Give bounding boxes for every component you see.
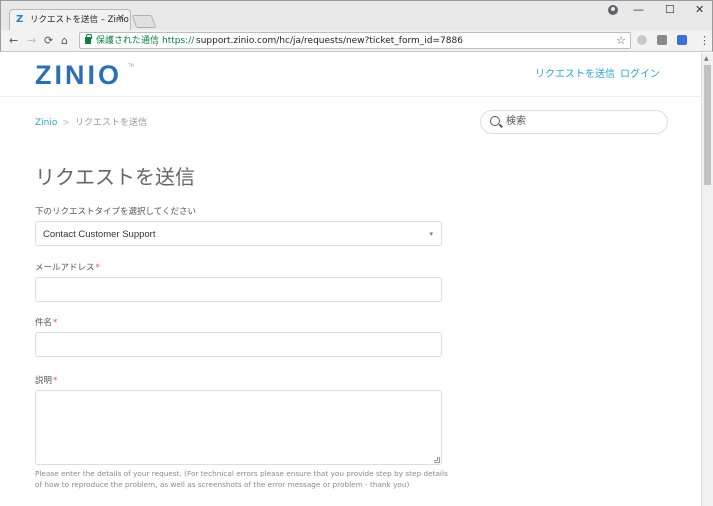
secure-connection-label[interactable]: 保護された通信	[96, 35, 159, 47]
tab-title: リクエストを送信 – Zinio	[30, 15, 129, 25]
email-label: メールアドレス*	[35, 263, 100, 274]
search-icon	[490, 116, 500, 126]
forward-arrow-icon[interactable]: →	[27, 34, 36, 47]
browser-tab[interactable]: Z リクエストを送信 – Zinio ✕	[9, 9, 131, 31]
breadcrumb-current: リクエストを送信	[74, 118, 147, 128]
puzzle-extension-icon[interactable]	[657, 35, 667, 45]
url-text: support.zinio.com/hc/ja/requests/new?tic…	[196, 36, 463, 46]
page-content: ZINIO TM リクエストを送信 ログイン Zinio > リクエストを送信 検索…	[1, 53, 701, 506]
omnibox-divider	[156, 36, 157, 46]
required-mark: *	[53, 376, 58, 386]
zinio-logo[interactable]: ZINIO	[35, 59, 122, 91]
scroll-up-arrow-icon[interactable]: ▲	[704, 55, 709, 63]
browser-title-bar: Z リクエストを送信 – Zinio ✕ — ☐ ✕	[0, 0, 713, 31]
resize-handle-icon[interactable]	[434, 457, 440, 463]
home-icon[interactable]: ⌂	[61, 34, 68, 47]
zinio-favicon-icon: Z	[16, 14, 24, 25]
back-arrow-icon[interactable]: ←	[9, 34, 18, 47]
nav-login-link[interactable]: ログイン	[620, 69, 660, 81]
star-icon[interactable]: ☆	[616, 34, 626, 47]
url-scheme: https://	[162, 36, 195, 46]
lock-icon	[85, 34, 92, 44]
cloud-extension-icon[interactable]	[637, 35, 647, 45]
logo-trademark: TM	[128, 63, 134, 68]
search-placeholder: 検索	[506, 116, 526, 127]
profile-icon[interactable]	[608, 5, 618, 15]
description-hint: Please enter the details of your request…	[35, 469, 448, 489]
reload-icon[interactable]: ⟳	[44, 34, 53, 47]
request-type-label: 下のリクエストタイプを選択してください	[35, 207, 196, 217]
page-title: リクエストを送信	[35, 165, 195, 189]
email-field[interactable]	[35, 277, 442, 302]
site-header: ZINIO TM リクエストを送信 ログイン	[1, 53, 701, 97]
description-label: 説明*	[35, 376, 57, 387]
chat-extension-icon[interactable]	[677, 35, 687, 45]
request-type-value: Contact Customer Support	[43, 229, 156, 240]
close-window-button[interactable]: ✕	[695, 4, 704, 16]
scrollbar-thumb[interactable]	[704, 65, 711, 185]
chevron-down-icon: ▾	[429, 230, 433, 238]
subject-field[interactable]	[35, 332, 442, 357]
maximize-button[interactable]: ☐	[665, 4, 675, 16]
minimize-button[interactable]: —	[633, 4, 644, 16]
subject-label: 件名*	[35, 318, 57, 329]
subject-label-text: 件名	[35, 318, 53, 328]
required-mark: *	[53, 318, 58, 328]
description-textarea[interactable]	[35, 390, 442, 465]
browser-toolbar: ← → ⟳ ⌂ 保護された通信 https:// support.zinio.c…	[0, 30, 713, 52]
nav-submit-request-link[interactable]: リクエストを送信	[535, 69, 615, 81]
email-label-text: メールアドレス	[35, 263, 95, 273]
tab-close-icon[interactable]: ✕	[117, 13, 125, 25]
address-bar[interactable]: 保護された通信 https:// support.zinio.com/hc/ja…	[79, 32, 631, 49]
description-label-text: 説明	[35, 376, 53, 386]
page-scrollbar[interactable]: ▲	[701, 53, 713, 506]
breadcrumb-separator: >	[62, 118, 70, 128]
search-input[interactable]: 検索	[480, 110, 668, 134]
request-type-select[interactable]: Contact Customer Support ▾	[35, 221, 442, 246]
menu-dots-icon[interactable]: ⋮	[699, 34, 710, 47]
breadcrumb-home-link[interactable]: Zinio	[35, 118, 57, 128]
required-mark: *	[95, 263, 100, 273]
new-tab-button[interactable]	[131, 15, 157, 28]
breadcrumb: Zinio > リクエストを送信	[35, 117, 147, 129]
